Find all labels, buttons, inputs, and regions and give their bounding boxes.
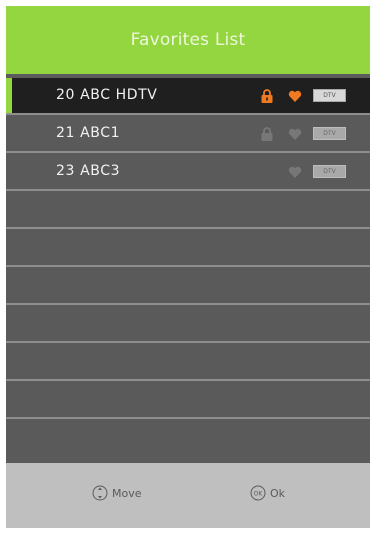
empty-row [6,382,370,419]
channel-row-20[interactable]: 20 ABC HDTV DTV [6,78,370,115]
lock-icon [261,89,273,103]
ok-label: Ok [270,486,286,500]
channel-label: 23 ABC3 [56,163,121,179]
dtv-badge: DTV [313,165,346,178]
empty-row [6,192,370,229]
channel-label: 20 ABC HDTV [56,87,158,103]
selection-indicator [6,78,12,113]
empty-row [6,230,370,267]
panel-title: Favorites List [130,30,246,50]
empty-row [6,306,370,343]
empty-row [6,268,370,305]
move-arrows-icon [92,485,108,501]
heart-icon [288,128,302,140]
dtv-badge: DTV [313,89,346,102]
svg-text:OK: OK [254,491,264,498]
ok-hint: OK Ok [250,485,285,501]
lock-icon [261,127,273,141]
channel-row-23[interactable]: 23 ABC3 DTV [6,154,370,191]
heart-icon [288,90,302,102]
channel-list: 20 ABC HDTV DTV 21 ABC1 DTV 23 ABC3 DTV [6,78,370,463]
heart-icon [288,166,302,178]
title-bar: Favorites List [6,6,370,74]
move-hint: Move [92,485,142,501]
channel-label: 21 ABC1 [56,125,121,141]
footer-hints: Move OK Ok [6,463,370,528]
empty-row [6,344,370,381]
favorites-list-panel: Favorites List 20 ABC HDTV DTV 21 ABC1 D… [6,6,370,528]
channel-row-21[interactable]: 21 ABC1 DTV [6,116,370,153]
move-label: Move [112,486,142,500]
empty-row [6,420,370,463]
dtv-badge: DTV [313,127,346,140]
ok-button-icon: OK [250,485,266,501]
